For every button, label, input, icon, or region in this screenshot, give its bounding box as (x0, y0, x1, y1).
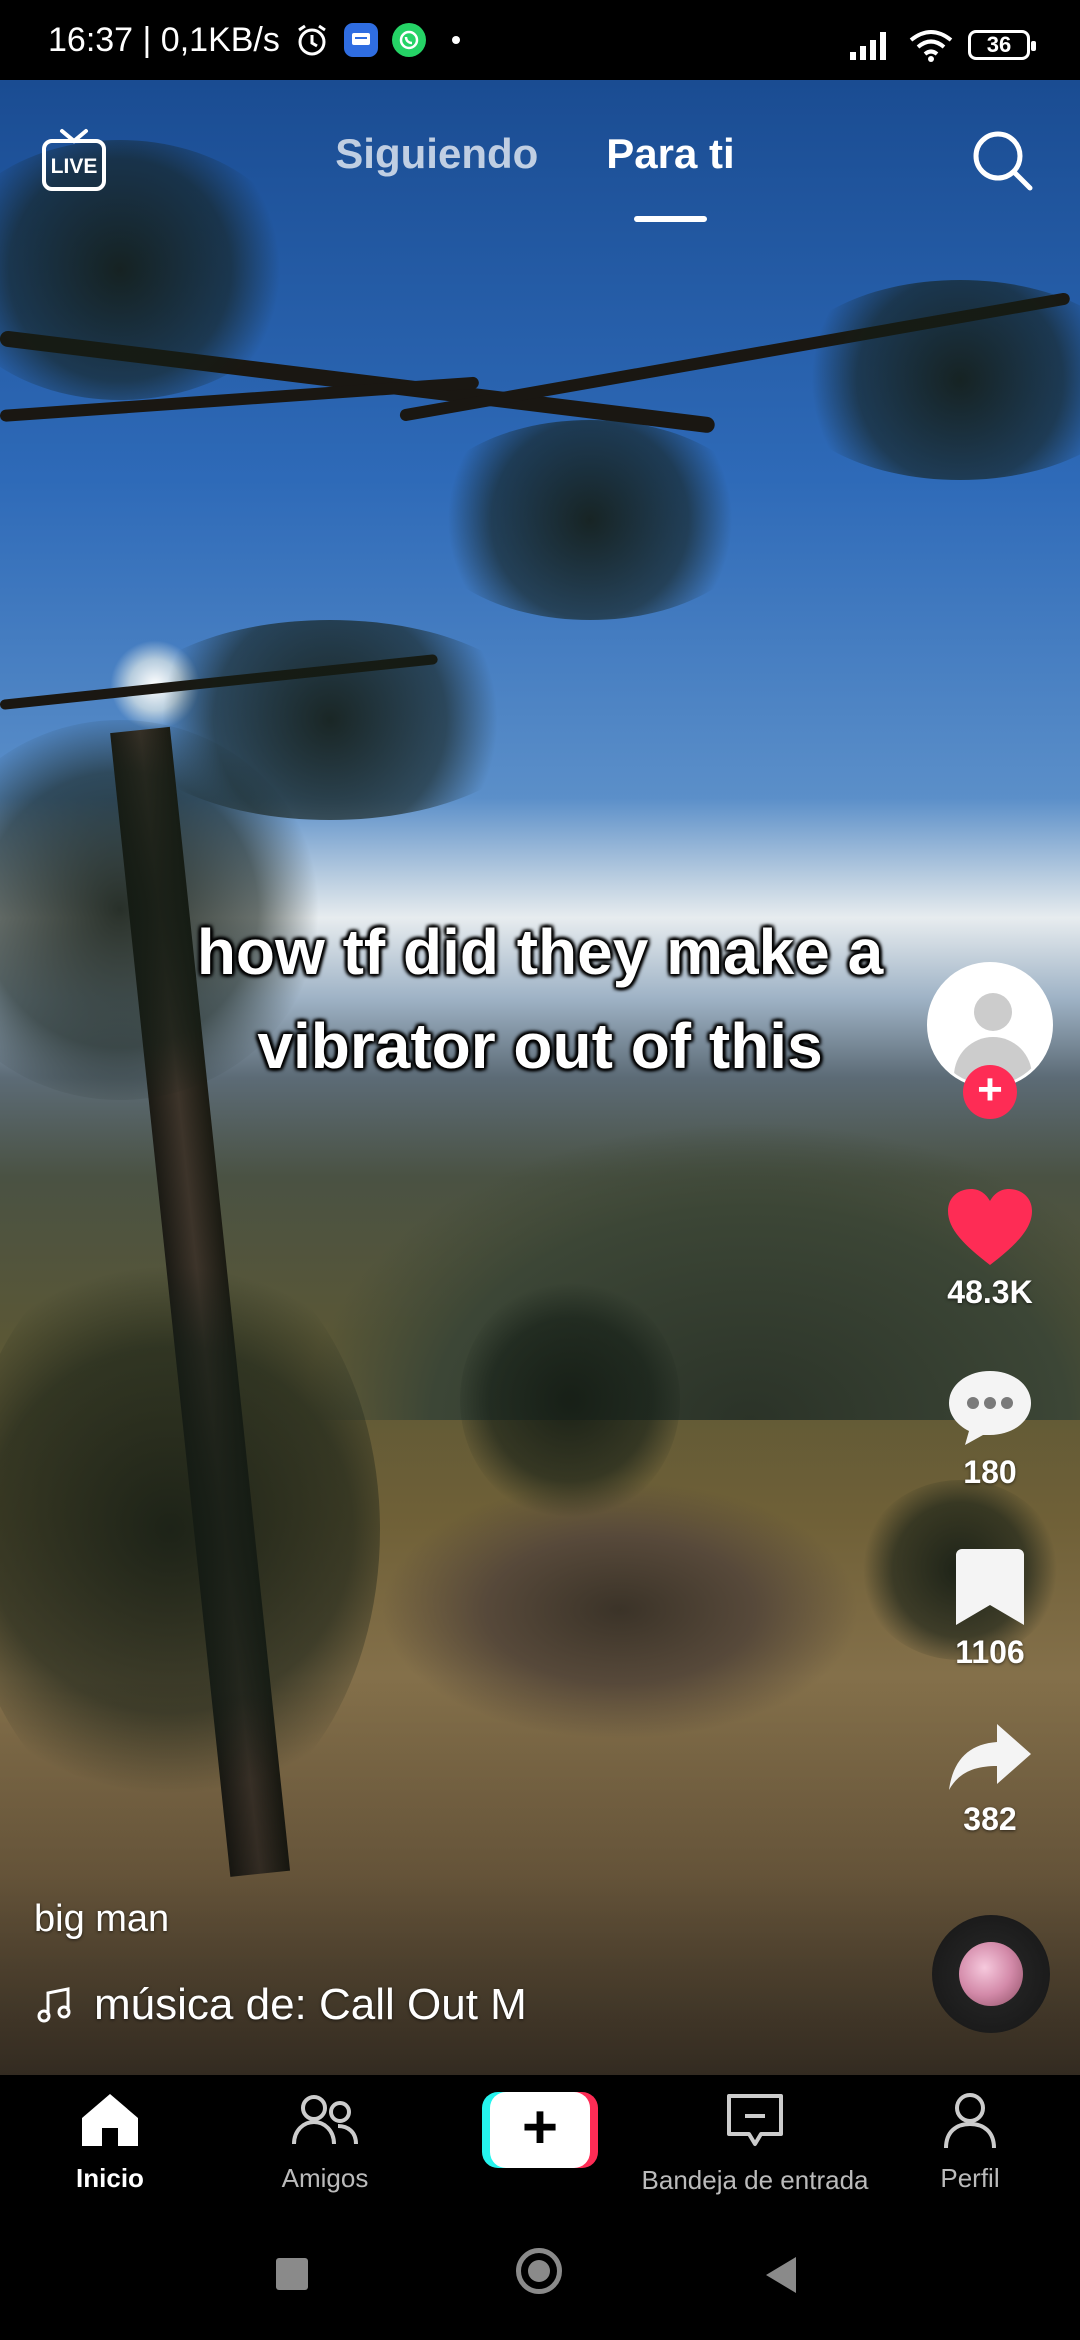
status-right: 36 (848, 28, 1036, 62)
nav-home-label: Inicio (76, 2163, 144, 2193)
comment-count: 180 (963, 1454, 1017, 1490)
like-count: 48.3K (947, 1274, 1033, 1310)
tab-following[interactable]: Siguiendo (335, 130, 538, 178)
creator-username[interactable]: big man (34, 1898, 169, 1941)
follow-button[interactable]: + (963, 1065, 1017, 1119)
like-button[interactable]: 48.3K (930, 1185, 1050, 1311)
nav-inbox-label: Bandeja de entrada (641, 2165, 869, 2195)
status-left: 16:37 | 0,1KB/s (48, 0, 460, 90)
home-circle-icon[interactable] (516, 2248, 562, 2294)
bookmark-icon (956, 1549, 1024, 1625)
video-foliage (420, 420, 760, 620)
status-bar: 16:37 | 0,1KB/s 36 (0, 0, 1080, 80)
music-info[interactable]: música de: Call Out M (34, 1980, 554, 2030)
nav-profile-label: Perfil (940, 2163, 1000, 2193)
create-button[interactable]: + (482, 2092, 598, 2168)
battery-level: 36 (986, 32, 1012, 57)
tab-for-you[interactable]: Para ti (606, 130, 735, 222)
friends-icon (292, 2095, 358, 2145)
home-icon (82, 2094, 138, 2146)
alarm-icon (298, 24, 326, 56)
inbox-icon (727, 2094, 783, 2146)
heart-icon (948, 1189, 1032, 1265)
bookmark-count: 1106 (955, 1634, 1025, 1670)
bookmark-button[interactable]: 1106 (930, 1545, 1050, 1671)
system-nav-bar (0, 2205, 1080, 2340)
create-plus: + (490, 2092, 590, 2168)
profile-icon (944, 2093, 996, 2149)
caption-line-1: how tf did they make a (196, 916, 884, 988)
status-time-speed: 16:37 | 0,1KB/s (48, 20, 280, 59)
music-title: música de: Call Out M (94, 1980, 527, 2029)
nav-friends-label: Amigos (281, 2163, 369, 2193)
nav-profile[interactable]: Perfil (905, 2090, 1035, 2194)
video-caption: how tf did they make a vibrator out of t… (0, 905, 1080, 1093)
video-foliage (780, 280, 1080, 480)
caption-line-2: vibrator out of this (257, 1010, 823, 1082)
nav-friends[interactable]: Amigos (255, 2090, 395, 2194)
comment-button[interactable]: 180 (930, 1365, 1050, 1491)
music-note-icon (37, 1987, 71, 2023)
whatsapp-icon (391, 23, 426, 57)
search-icon[interactable] (970, 128, 1034, 192)
music-disc-cover (959, 1942, 1023, 2006)
avatar-head (974, 993, 1012, 1031)
share-count: 382 (963, 1801, 1017, 1837)
wifi-icon (909, 30, 953, 62)
signal-icon (850, 32, 886, 60)
music-disc[interactable] (932, 1915, 1050, 2033)
comment-icon (949, 1371, 1031, 1445)
back-icon[interactable] (766, 2257, 796, 2293)
recents-icon[interactable] (276, 2258, 308, 2290)
nav-inbox[interactable]: Bandeja de entrada (640, 2090, 870, 2196)
video-foliage (120, 620, 540, 820)
notification-dot (451, 36, 460, 44)
nav-home[interactable]: Inicio (40, 2090, 180, 2194)
message-app-icon (343, 23, 378, 57)
video-foliage (460, 1280, 680, 1520)
battery-icon: 36 (968, 30, 1036, 60)
top-tabs: Siguiendo Para ti (0, 130, 1080, 222)
share-icon (949, 1724, 1031, 1790)
share-button[interactable]: 382 (930, 1720, 1050, 1838)
